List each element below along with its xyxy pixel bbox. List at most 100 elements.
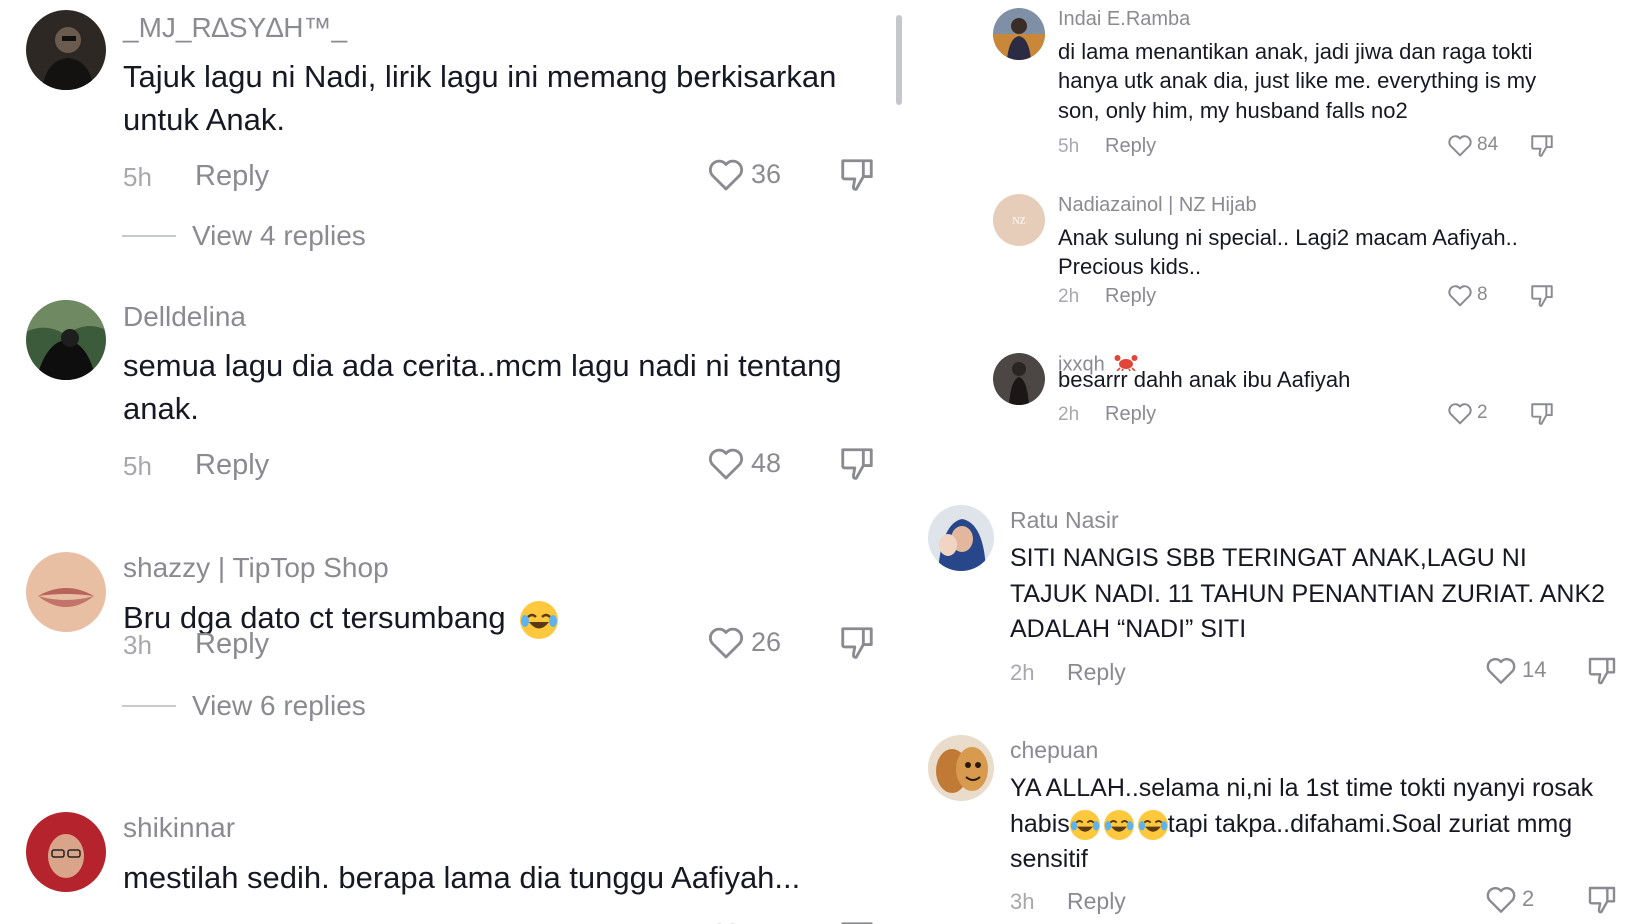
heart-outline-icon <box>716 923 736 924</box>
face-with-tears-of-joy-emoji <box>520 600 559 639</box>
comment: shikinnar mestilah sedih. berapa lama di… <box>0 800 900 924</box>
dislike-button[interactable] <box>838 625 876 661</box>
heart-outline-icon <box>1486 657 1516 684</box>
view-replies-link[interactable]: View 4 replies <box>122 220 366 252</box>
comment: Ratu Nasir SITI NANGIS SBB TERINGAT ANAK… <box>900 505 1640 695</box>
like-count: 2 <box>1477 402 1488 423</box>
comment: chepuan YA ALLAH..selama ni,ni la 1st ti… <box>900 735 1640 924</box>
like-button[interactable]: 8 <box>1447 283 1488 307</box>
like-count: 36 <box>751 158 782 189</box>
comment-username[interactable]: Nadiazainol | NZ Hijab <box>1058 194 1257 217</box>
thumbs-down-icon <box>1531 135 1553 157</box>
reply-comment: Indai E.Ramba di lama menantikan anak, j… <box>900 0 1640 180</box>
like-button[interactable]: 84 <box>1447 133 1498 157</box>
like-count: 26 <box>751 626 782 657</box>
thumbs-down-icon <box>1588 657 1616 685</box>
comment-username[interactable]: Ratu Nasir <box>1010 507 1119 534</box>
reply-button[interactable]: Reply <box>1105 135 1156 158</box>
comment-time: 5h <box>123 451 152 481</box>
like-button[interactable]: 48 <box>707 445 781 481</box>
comment-username[interactable]: Delldelina <box>123 301 246 333</box>
comment-time: 2h <box>1010 660 1035 685</box>
left-comments-panel: _MJ_R∆SY∆H™_ Tajuk lagu ni Nadi, lirik l… <box>0 0 900 924</box>
comment-text: SITI NANGIS SBB TERINGAT ANAK,LAGU NI TA… <box>1010 544 1606 643</box>
avatar[interactable] <box>993 8 1045 60</box>
like-button[interactable]: 2 <box>1447 401 1488 425</box>
dislike-button[interactable] <box>1529 134 1555 158</box>
avatar[interactable] <box>26 10 106 90</box>
thumbs-down-icon <box>841 627 873 659</box>
reply-comment: NZ Nadiazainol | NZ Hijab Anak sulung ni… <box>900 190 1640 320</box>
thumbs-down-icon <box>1588 886 1616 914</box>
like-count: 14 <box>1522 657 1547 682</box>
comment-time: 5h <box>1058 136 1080 157</box>
dislike-button[interactable] <box>838 446 876 482</box>
like-count: 8 <box>1477 284 1488 305</box>
comment-username[interactable]: Indai E.Ramba <box>1058 8 1190 31</box>
comment-username[interactable]: shazzy | TipTop Shop <box>123 552 389 584</box>
reply-button[interactable]: Reply <box>195 628 269 661</box>
thumbs-down-icon <box>841 922 873 924</box>
reply-button[interactable]: Reply <box>1067 888 1126 915</box>
reply-button[interactable]: Reply <box>195 449 269 482</box>
heart-outline-icon <box>1486 886 1516 913</box>
avatar[interactable] <box>993 353 1045 405</box>
like-count: 84 <box>1477 134 1499 155</box>
divider-line <box>122 235 176 237</box>
face-with-tears-of-joy-emoji <box>1137 809 1168 840</box>
heart-outline-icon <box>709 159 743 191</box>
avatar[interactable] <box>26 812 106 892</box>
heart-outline-icon <box>1448 403 1472 425</box>
like-button[interactable]: 36 <box>707 156 781 192</box>
comment: _MJ_R∆SY∆H™_ Tajuk lagu ni Nadi, lirik l… <box>0 0 900 260</box>
dislike-button[interactable] <box>1586 885 1618 915</box>
like-button[interactable]: 2 <box>1485 884 1534 914</box>
divider-line <box>122 705 176 707</box>
heart-outline-icon <box>709 627 743 659</box>
avatar[interactable] <box>26 300 106 380</box>
avatar[interactable] <box>928 505 994 571</box>
comment-text: YA ALLAH..selama ni,ni la 1st time tokti… <box>1010 771 1610 878</box>
reply-button[interactable]: Reply <box>195 160 269 193</box>
heart-outline-icon <box>709 448 743 480</box>
svg-text:NZ: NZ <box>1012 216 1025 227</box>
dislike-button[interactable] <box>1529 284 1555 308</box>
view-replies-label: View 4 replies <box>192 220 366 251</box>
like-button[interactable]: 26 <box>707 624 781 660</box>
reply-button[interactable]: Reply <box>1067 659 1126 686</box>
avatar[interactable] <box>26 552 106 632</box>
comment-time: 3h <box>123 630 152 660</box>
comment-username[interactable]: _MJ_R∆SY∆H™_ <box>123 12 347 44</box>
comment-text: semua lagu dia ada cerita..mcm lagu nadi… <box>123 348 842 427</box>
reply-comment: ixxqh besarrr dahh anak ibu Aafiyah 2h R… <box>900 345 1640 445</box>
dislike-button[interactable] <box>838 920 876 924</box>
like-button[interactable] <box>707 920 751 924</box>
thumbs-down-icon <box>841 448 873 480</box>
thumbs-down-icon <box>841 159 873 191</box>
comment-time: 2h <box>1058 286 1080 307</box>
like-button[interactable]: 14 <box>1485 655 1546 685</box>
face-with-tears-of-joy-emoji <box>1103 809 1134 840</box>
reply-button[interactable]: Reply <box>1105 285 1156 308</box>
comment-text: besarrr dahh anak ibu Aafiyah <box>1058 367 1351 392</box>
right-comments-panel: Indai E.Ramba di lama menantikan anak, j… <box>900 0 1640 924</box>
dislike-button[interactable] <box>1586 656 1618 686</box>
avatar[interactable] <box>928 735 994 801</box>
reply-button[interactable]: Reply <box>1105 403 1156 426</box>
comment: shazzy | TipTop Shop Bru dga dato ct ter… <box>0 540 900 760</box>
thumbs-down-icon <box>1531 285 1553 307</box>
comment-text: Tajuk lagu ni Nadi, lirik lagu ini meman… <box>123 59 837 138</box>
comment-time: 3h <box>1010 889 1035 914</box>
comment: Delldelina semua lagu dia ada cerita..mc… <box>0 300 900 500</box>
comment-text: mestilah sedih. berapa lama dia tunggu A… <box>123 860 801 895</box>
avatar[interactable]: NZ <box>993 194 1045 246</box>
view-replies-link[interactable]: View 6 replies <box>122 690 366 722</box>
comment-username[interactable]: shikinnar <box>123 812 235 844</box>
dislike-button[interactable] <box>838 157 876 193</box>
comment-time: 2h <box>1058 404 1080 425</box>
comment-username[interactable]: chepuan <box>1010 737 1098 764</box>
view-replies-label: View 6 replies <box>192 690 366 721</box>
dislike-button[interactable] <box>1529 402 1555 426</box>
comment-text: di lama menantikan anak, jadi jiwa dan r… <box>1058 39 1537 123</box>
comment-text: Anak sulung ni special.. Lagi2 macam Aaf… <box>1058 225 1518 280</box>
